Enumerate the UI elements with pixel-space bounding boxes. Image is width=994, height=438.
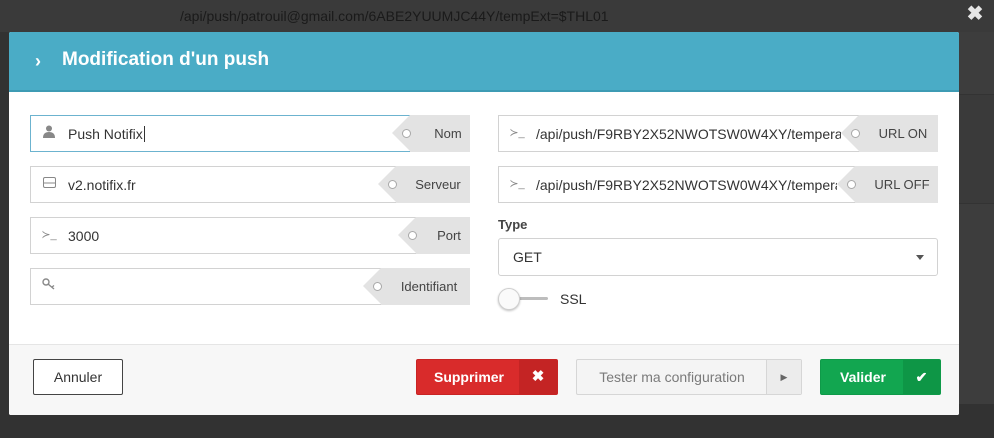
port-tag: Port xyxy=(398,217,470,254)
cancel-button[interactable]: Annuler xyxy=(33,359,123,395)
validate-button-label: Valider xyxy=(840,369,886,385)
port-input-value[interactable]: 3000 xyxy=(68,227,99,245)
background-url-text: /api/push/patrouil@gmail.com/6ABE2YUUMJC… xyxy=(180,8,609,24)
identifier-field[interactable]: Identifiant xyxy=(30,268,470,305)
modal-title: Modification d'un push xyxy=(62,49,270,70)
url-off-input-value[interactable]: /api/push/F9RBY2X52NWOTSW0W4XY/tempera xyxy=(536,176,837,194)
identifier-tag-label: Identifiant xyxy=(400,279,458,294)
server-icon xyxy=(41,176,57,192)
url-off-tag: URL OFF xyxy=(837,166,938,203)
validate-button[interactable]: Valider ✔ xyxy=(820,359,941,395)
name-tag-label: Nom xyxy=(434,126,462,141)
test-config-button[interactable]: Tester ma configuration ▶ xyxy=(576,359,802,395)
ssl-label: SSL xyxy=(560,291,587,307)
server-tag: Serveur xyxy=(378,166,470,203)
tag-dot-icon xyxy=(388,180,397,189)
ssl-toggle[interactable] xyxy=(498,288,550,310)
terminal-icon: ≻_ xyxy=(41,229,57,241)
modal-footer: Annuler Supprimer ✖ Tester ma configurat… xyxy=(9,344,959,415)
delete-button-label: Supprimer xyxy=(433,369,504,385)
name-field[interactable]: Push Notifix Nom xyxy=(30,115,470,152)
identifier-tag: Identifiant xyxy=(363,268,470,305)
server-tag-label: Serveur xyxy=(415,177,461,192)
toggle-knob[interactable] xyxy=(498,288,520,310)
checkmark-icon: ✔ xyxy=(903,360,940,394)
edit-push-modal: › Modification d'un push Push Notifix No… xyxy=(9,32,959,415)
tag-dot-icon xyxy=(408,231,417,240)
delete-button[interactable]: Supprimer ✖ xyxy=(416,359,558,395)
name-input-value[interactable]: Push Notifix xyxy=(68,125,145,143)
tag-dot-icon xyxy=(373,282,382,291)
url-on-input-value[interactable]: /api/push/F9RBY2X52NWOTSW0W4XY/tempera xyxy=(536,125,841,143)
modal-header: › Modification d'un push xyxy=(9,32,959,92)
tag-dot-icon xyxy=(851,129,860,138)
url-on-tag-label: URL ON xyxy=(878,126,928,141)
key-icon xyxy=(41,278,57,294)
port-tag-label: Port xyxy=(437,228,461,243)
text-caret xyxy=(143,126,145,142)
type-select[interactable]: GET xyxy=(498,238,938,276)
name-tag: Nom xyxy=(392,115,470,152)
background-panel xyxy=(959,32,994,404)
background-panel-band xyxy=(959,94,994,204)
type-select-value: GET xyxy=(513,249,542,265)
url-on-field[interactable]: ≻_ /api/push/F9RBY2X52NWOTSW0W4XY/temper… xyxy=(498,115,938,152)
close-icon[interactable]: ✖ xyxy=(965,4,985,24)
terminal-icon: ≻_ xyxy=(509,127,525,139)
url-off-field[interactable]: ≻_ /api/push/F9RBY2X52NWOTSW0W4XY/temper… xyxy=(498,166,938,203)
url-on-tag: URL ON xyxy=(841,115,938,152)
play-icon: ▶ xyxy=(766,360,801,394)
close-icon: ✖ xyxy=(519,360,557,394)
terminal-icon: ≻_ xyxy=(509,178,525,190)
url-off-tag-label: URL OFF xyxy=(874,177,930,192)
test-config-button-label: Tester ma configuration xyxy=(599,369,745,385)
tag-dot-icon xyxy=(847,180,856,189)
caret-down-icon xyxy=(916,255,924,260)
type-label: Type xyxy=(498,217,528,232)
port-field[interactable]: ≻_ 3000 Port xyxy=(30,217,470,254)
server-input-value[interactable]: v2.notifix.fr xyxy=(68,176,136,194)
server-field[interactable]: v2.notifix.fr Serveur xyxy=(30,166,470,203)
modal-body: Push Notifix Nom v2.notifix.fr Serveur ≻… xyxy=(9,94,959,344)
chevron-right-icon: › xyxy=(35,51,41,71)
tag-dot-icon xyxy=(402,129,411,138)
user-icon xyxy=(41,125,57,141)
